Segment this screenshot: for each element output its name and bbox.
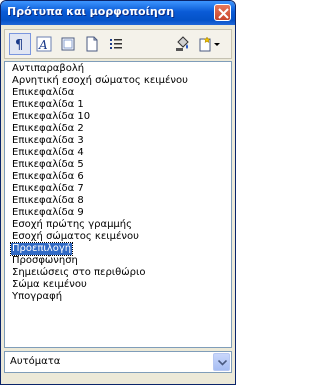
style-list-item[interactable]: Επικεφαλίδα 2 [11, 123, 85, 135]
character-styles-icon: A [36, 36, 52, 52]
style-list-item[interactable]: Επικεφαλίδα 7 [11, 183, 85, 195]
frame-styles-icon [61, 37, 75, 51]
styles-and-formatting-window: Πρότυπα και μορφοποίηση ¶ A Αντιπαραβολή… [0, 0, 236, 385]
style-list-item[interactable]: Προεπιλογή [9, 242, 74, 256]
style-list-item[interactable]: Αρνητική εσοχή σώματος κειμένου [11, 75, 189, 87]
close-button[interactable] [214, 4, 231, 21]
svg-text:A: A [38, 38, 48, 52]
style-list-item[interactable]: Επικεφαλίδα 1 [11, 99, 85, 111]
new-style-from-selection-button[interactable] [195, 33, 223, 55]
character-styles-button[interactable]: A [33, 33, 55, 55]
frame-styles-button[interactable] [57, 33, 79, 55]
style-list-item[interactable]: Επικεφαλίδα 8 [11, 195, 85, 207]
style-list-item[interactable]: Εσοχή πρώτης γραμμής [11, 219, 133, 231]
style-list-item[interactable]: Επικεφαλίδα 5 [11, 159, 85, 171]
dropdown-arrow-button[interactable] [213, 353, 230, 371]
style-filter-value: Αυτόματα [10, 356, 61, 367]
page-styles-icon [86, 36, 98, 52]
style-list-item[interactable]: Σώμα κειμένου [11, 279, 88, 291]
style-list-item[interactable]: Αντιπαραβολή [11, 63, 85, 75]
style-list-item[interactable]: Σημειώσεις στο περιθώριο [11, 267, 147, 279]
list-styles-button[interactable] [105, 33, 127, 55]
fill-format-mode-button[interactable] [171, 33, 193, 55]
window-title: Πρότυπα και μορφοποίηση [7, 5, 175, 18]
style-list-item[interactable]: Υπογραφή [11, 291, 63, 303]
page-styles-button[interactable] [81, 33, 103, 55]
style-list-item[interactable]: Προσφώνηση [11, 255, 79, 267]
close-icon [218, 8, 229, 19]
paragraph-styles-icon: ¶ [15, 38, 23, 52]
style-filter-dropdown[interactable]: Αυτόματα [4, 351, 232, 373]
title-bar[interactable]: Πρότυπα και μορφοποίηση [1, 1, 235, 25]
styles-list[interactable]: Αντιπαραβολή Αρνητική εσοχή σώματος κειμέ… [4, 61, 232, 348]
fill-format-mode-icon [176, 36, 189, 51]
style-list-item[interactable]: Εσοχή σώματος κειμένου [11, 231, 140, 243]
style-list-item[interactable]: Επικεφαλίδα 9 [11, 207, 85, 219]
chevron-down-icon [218, 360, 227, 366]
svg-text:¶: ¶ [15, 38, 23, 52]
style-list-item[interactable]: Επικεφαλίδα 6 [11, 171, 85, 183]
paragraph-styles-button[interactable]: ¶ [9, 33, 31, 55]
new-style-from-selection-icon [199, 36, 220, 52]
style-list-item[interactable]: Επικεφαλίδα 4 [11, 147, 85, 159]
style-list-item[interactable]: Επικεφαλίδα 3 [11, 135, 85, 147]
list-styles-icon [110, 39, 122, 49]
style-list-item[interactable]: Επικεφαλίδα [11, 87, 75, 99]
style-toolbar: ¶ A [4, 29, 232, 59]
style-list-item[interactable]: Επικεφαλίδα 10 [11, 111, 91, 123]
